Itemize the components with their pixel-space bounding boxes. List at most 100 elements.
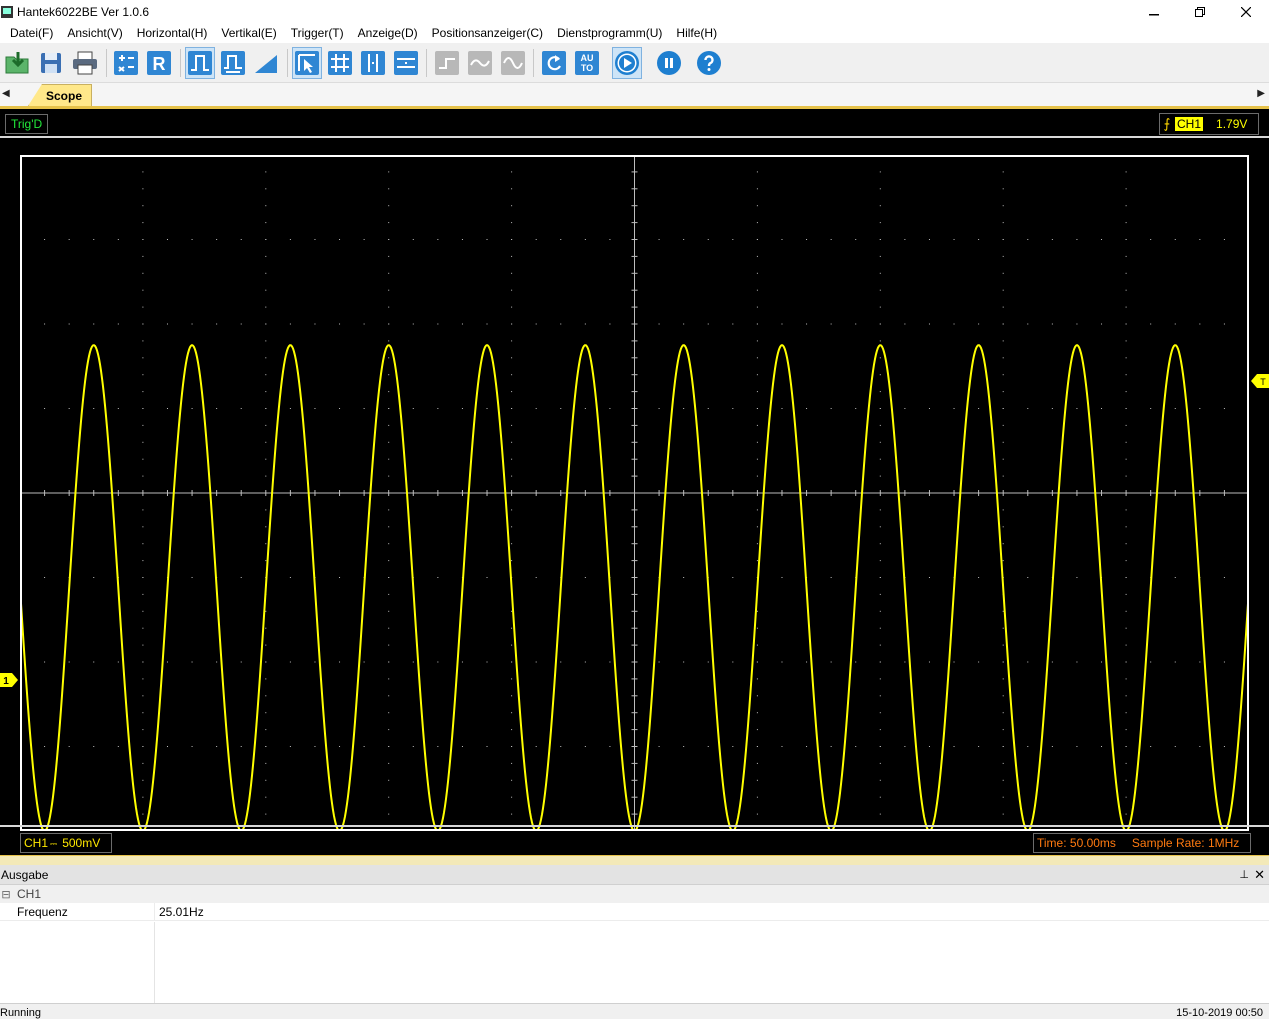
close-icon	[1241, 6, 1251, 17]
play-icon	[615, 51, 639, 75]
menu-positionsanzeiger[interactable]: Positionsanzeiger(C)	[425, 23, 550, 43]
reset-button[interactable]	[539, 47, 569, 79]
print-icon	[73, 51, 97, 75]
horizontal-cursor-icon	[394, 51, 418, 75]
restore-button[interactable]	[1177, 0, 1223, 23]
output-row: Frequenz 25.01Hz	[0, 903, 1269, 921]
trigger-status: Trig'D	[5, 114, 49, 134]
scope-display: Trig'D ⨍ CH1 1.79V 1 T CH1 ⎓ 500mV Time: 5…	[0, 109, 1269, 855]
svg-text:TO: TO	[581, 63, 593, 73]
svg-text:1: 1	[3, 676, 9, 687]
pin-icon[interactable]: ⊥	[1239, 868, 1249, 881]
pulse-trigger-button[interactable]	[218, 47, 248, 79]
volts-per-div: 500mV	[62, 836, 101, 850]
measurement-value: 25.01Hz	[159, 905, 204, 919]
help-button[interactable]	[694, 47, 724, 79]
trigger-channel: CH1	[1175, 117, 1204, 131]
print-button[interactable]	[70, 47, 100, 79]
ramp-icon	[255, 55, 277, 73]
menu-anzeige[interactable]: Anzeige(D)	[351, 23, 425, 43]
pulse-width-icon	[221, 51, 245, 75]
time-base-info[interactable]: Time: 50.00ms Sample Rate: 1MHz	[1033, 833, 1251, 853]
vertical-cursor-icon	[361, 51, 385, 75]
crosshair-grid-icon	[328, 51, 352, 75]
toolbar: R AU TO	[0, 43, 1269, 83]
select-cursor-button[interactable]	[292, 47, 322, 79]
run-button[interactable]	[612, 47, 642, 79]
pulse-icon	[188, 51, 212, 75]
reference-button[interactable]: R	[144, 47, 174, 79]
math-icon	[114, 51, 138, 75]
cursor-icon	[295, 51, 319, 75]
status-bar: Running 15-10-2019 00:50	[0, 1003, 1269, 1019]
measurement-name: Frequenz	[0, 903, 155, 920]
vertical-cursor-button[interactable]	[358, 47, 388, 79]
cross-cursor-button[interactable]	[325, 47, 355, 79]
svg-text:T: T	[1260, 377, 1266, 387]
time-base: Time: 50.00ms	[1037, 836, 1116, 850]
auto-button[interactable]: AU TO	[572, 47, 602, 79]
minimize-button[interactable]	[1131, 0, 1177, 23]
horizontal-cursor-button[interactable]	[391, 47, 421, 79]
pause-icon	[657, 51, 681, 75]
close-button[interactable]	[1223, 0, 1269, 23]
channel-scale-info[interactable]: CH1 ⎓ 500mV	[20, 833, 112, 853]
refresh-icon	[542, 51, 566, 75]
output-pane: Ausgabe ⊥ ✕ ⊟ CH1 Frequenz 25.01Hz	[0, 865, 1269, 1003]
auto-icon: AU TO	[575, 51, 599, 75]
menu-hilfe[interactable]: Hilfe(H)	[669, 23, 724, 43]
title-bar: Hantek6022BE Ver 1.0.6	[0, 0, 1269, 23]
save-icon	[41, 53, 61, 73]
trigger-info: ⨍ CH1 1.79V	[1159, 113, 1259, 135]
output-title: Ausgabe	[1, 867, 49, 882]
minimize-icon	[1149, 13, 1159, 15]
restore-icon	[1195, 6, 1205, 17]
trigger-level: 1.79V	[1216, 117, 1248, 131]
menu-dienstprogramm[interactable]: Dienstprogramm(U)	[550, 23, 669, 43]
waveform-graticule[interactable]	[20, 155, 1249, 831]
math-button[interactable]	[111, 47, 141, 79]
ch1-position-marker[interactable]: 1	[0, 673, 18, 687]
tab-scope[interactable]: Scope	[28, 84, 92, 106]
sine-wave-icon	[468, 51, 492, 75]
step-wave-button[interactable]	[432, 47, 462, 79]
menu-trigger[interactable]: Trigger(T)	[284, 23, 351, 43]
open-button[interactable]	[3, 47, 33, 79]
menu-vertikal[interactable]: Vertikal(E)	[214, 23, 283, 43]
svg-text:AU: AU	[581, 53, 594, 63]
tab-scroll-right-icon[interactable]: ▶	[1257, 88, 1265, 99]
step-wave-icon	[435, 51, 459, 75]
help-icon	[697, 51, 721, 75]
close-pane-icon[interactable]: ✕	[1254, 867, 1265, 883]
output-group-label: CH1	[17, 887, 42, 901]
trigger-level-marker[interactable]: T	[1251, 374, 1269, 388]
run-status: Running	[0, 1007, 41, 1019]
menu-horizontal[interactable]: Horizontal(H)	[130, 23, 215, 43]
edge-trigger-button[interactable]	[185, 47, 215, 79]
menu-bar: Datei(F) Ansicht(V) Horizontal(H) Vertik…	[0, 23, 1269, 43]
slope-trigger-button[interactable]	[251, 47, 281, 79]
output-header: Ausgabe ⊥ ✕	[0, 865, 1269, 885]
tab-strip: ◀ Scope ▶	[0, 83, 1269, 106]
open-folder-icon	[5, 52, 29, 74]
rising-edge-icon: ⨍	[1163, 116, 1171, 131]
sample-rate: Sample Rate: 1MHz	[1131, 836, 1240, 850]
dc-coupling-icon: ⎓	[50, 839, 58, 849]
svg-text:R: R	[153, 54, 166, 74]
scope-footer-band	[0, 855, 1269, 865]
save-button[interactable]	[36, 47, 66, 79]
channel-name: CH1	[24, 836, 49, 850]
collapse-icon[interactable]: ⊟	[0, 888, 12, 901]
date-time: 15-10-2019 00:50	[1176, 1007, 1263, 1019]
sine-wave-button[interactable]	[465, 47, 495, 79]
window-title: Hantek6022BE Ver 1.0.6	[17, 4, 150, 19]
menu-datei[interactable]: Datei(F)	[3, 23, 60, 43]
reference-icon: R	[147, 51, 171, 75]
smooth-wave-button[interactable]	[498, 47, 528, 79]
app-icon	[1, 5, 13, 18]
pause-button[interactable]	[654, 47, 684, 79]
tab-scroll-left-icon[interactable]: ◀	[2, 88, 10, 99]
smooth-wave-icon	[501, 51, 525, 75]
output-group-ch1[interactable]: ⊟ CH1	[0, 885, 1269, 903]
menu-ansicht[interactable]: Ansicht(V)	[60, 23, 129, 43]
